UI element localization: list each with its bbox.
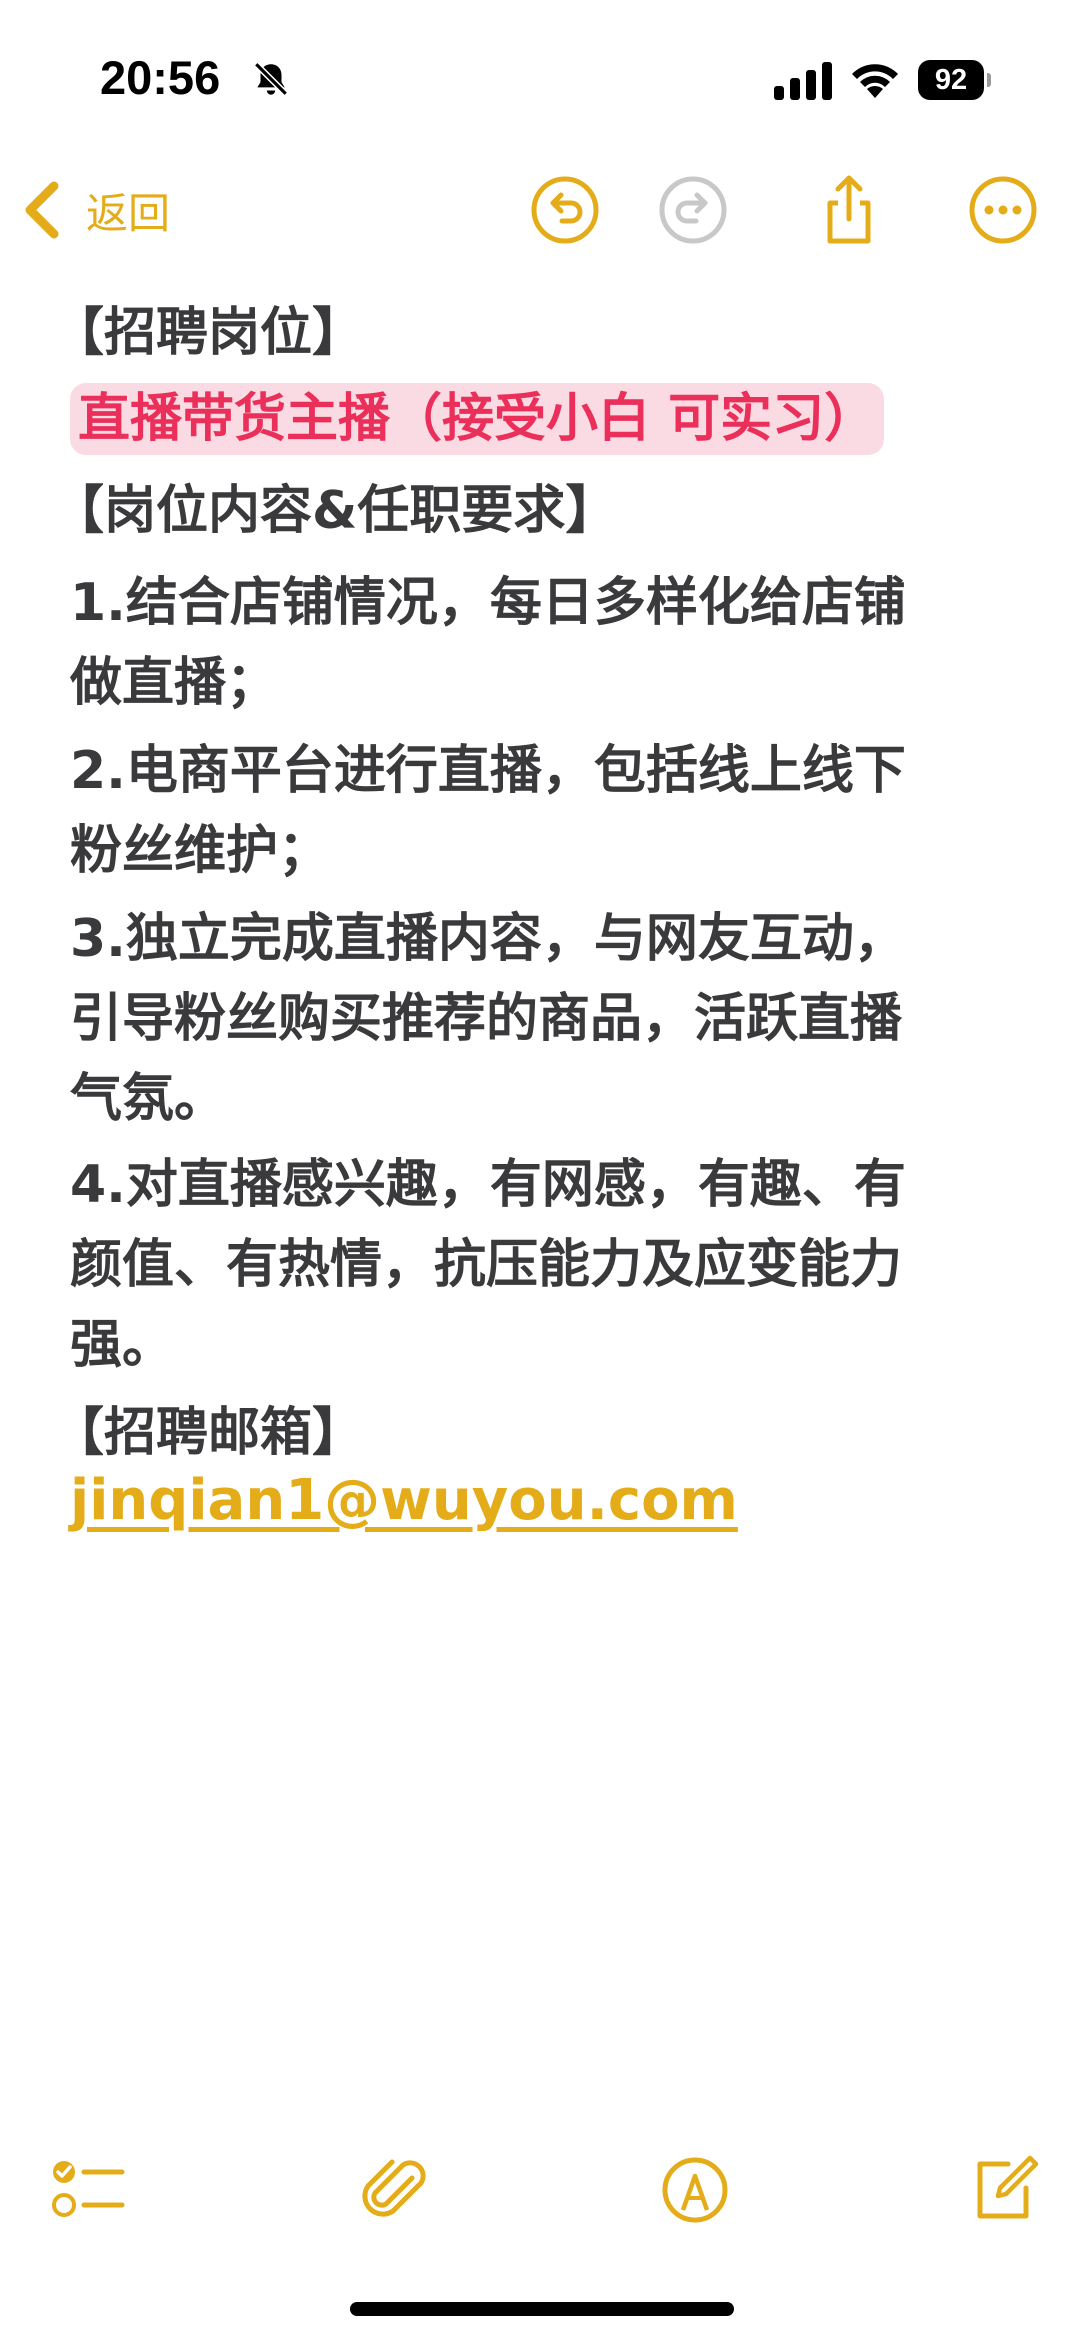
undo-button[interactable] (525, 170, 605, 250)
share-button[interactable] (809, 170, 889, 250)
note-line: 【招聘邮箱】 (52, 1403, 365, 1463)
bottom-toolbar (0, 2140, 1080, 2250)
note-line: 强。 (70, 1315, 175, 1375)
compose-icon (977, 2155, 1039, 2219)
markup-button[interactable] (645, 2140, 745, 2240)
redo-button[interactable] (653, 170, 733, 250)
back-label: 返回 (86, 188, 171, 238)
checklist-icon (52, 2161, 125, 2217)
note-line: 1.结合店铺情况，每日多样化给店铺 (70, 573, 906, 633)
paperclip-icon (362, 2159, 426, 2217)
more-button[interactable] (963, 170, 1043, 250)
signal-icon (774, 62, 832, 100)
undo-icon (531, 176, 599, 244)
wifi-icon (852, 64, 898, 98)
note-line: 粉丝维护； (70, 821, 331, 881)
note-line: 【岗位内容&任职要求】 (52, 481, 618, 541)
checklist-button[interactable] (36, 2140, 136, 2240)
note-line: 【招聘岗位】 (52, 303, 365, 363)
notes-toolbar: 返回 (0, 160, 1080, 260)
back-button[interactable]: 返回 (20, 174, 170, 246)
note-line: 做直播； (70, 653, 279, 713)
attachment-button[interactable] (344, 2140, 444, 2240)
status-bar: 20:56 92 (0, 0, 1080, 150)
note-line: 气氛。 (70, 1069, 227, 1129)
status-time: 20:56 (100, 51, 221, 104)
redo-icon (659, 176, 727, 244)
battery-icon: 92 (918, 60, 991, 100)
note-line: 引导粉丝购买推荐的商品，活跃直播 (70, 989, 903, 1049)
note-line: 颜值、有热情，抗压能力及应变能力 (70, 1235, 903, 1295)
highlighted-text: 直播带货主播（接受小白 可实习） (70, 383, 885, 455)
email-link[interactable]: jinqian1@wuyou.com (70, 1468, 738, 1533)
note-line: 3.独立完成直播内容，与网友互动， (70, 909, 906, 969)
email-line: jinqian1@wuyou.com (70, 1468, 738, 1533)
note-line: 4.对直播感兴趣，有网感，有趣、有 (70, 1155, 906, 1215)
chevron-left-icon (25, 181, 59, 239)
more-icon (969, 176, 1037, 244)
battery-level: 92 (918, 60, 984, 100)
markup-icon (662, 2157, 728, 2223)
share-icon (827, 175, 871, 244)
battery-cap (987, 73, 991, 87)
compose-button[interactable] (954, 2140, 1054, 2240)
note-line-highlight: 直播带货主播（接受小白 可实习） (70, 376, 885, 455)
home-indicator[interactable] (350, 2302, 734, 2316)
note-line: 2.电商平台进行直播，包括线上线下 (70, 741, 906, 801)
bell-slash-icon (254, 62, 288, 96)
